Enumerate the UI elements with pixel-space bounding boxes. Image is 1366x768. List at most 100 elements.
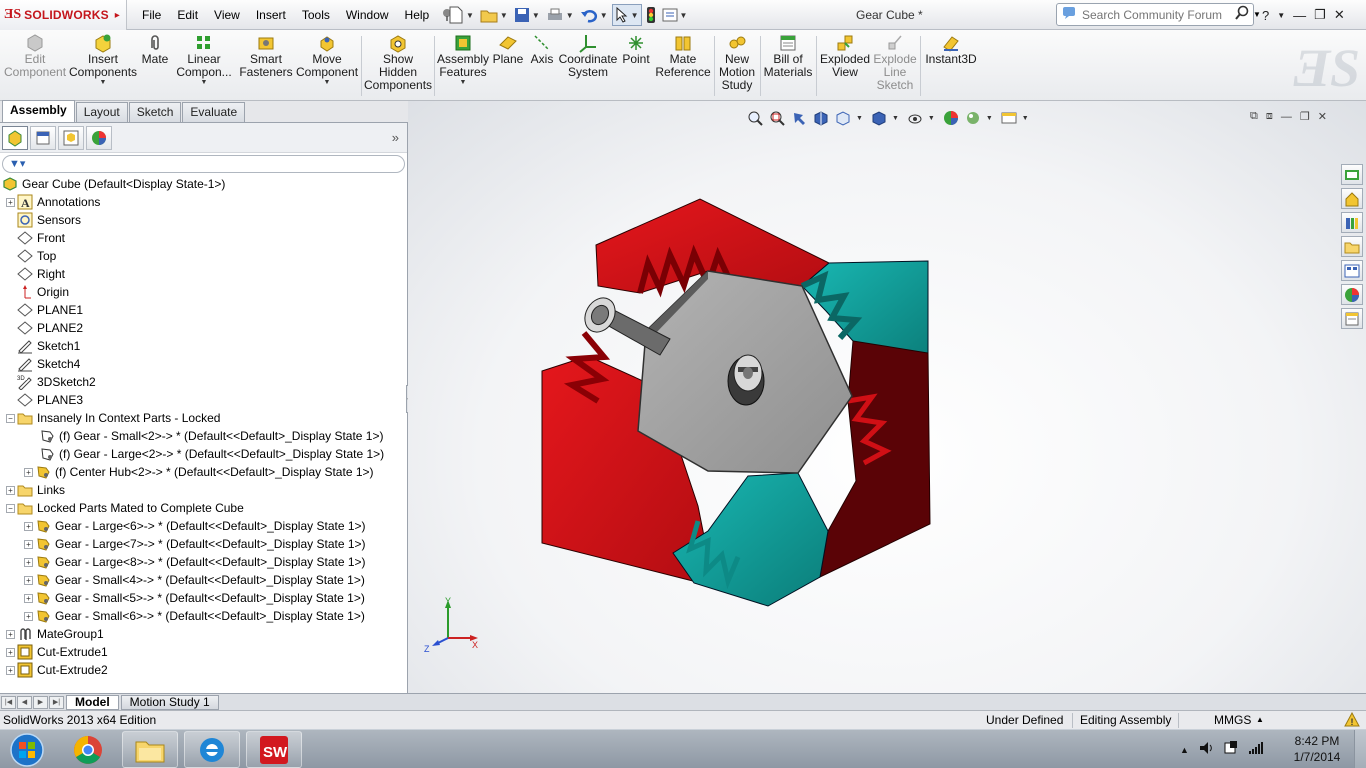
tree-item-top-plane[interactable]: Top <box>0 247 406 265</box>
tree-item-plane3[interactable]: PLANE3 <box>0 391 406 409</box>
show-hidden-components-button[interactable]: Show Hidden Components <box>364 33 432 92</box>
instant3d-button[interactable]: Instant3D <box>922 33 980 66</box>
tree-item-gear-small-5[interactable]: + Gear - Small<5>-> * (Default<<Default>… <box>0 589 406 607</box>
save-button[interactable]: ▼ <box>512 4 542 26</box>
search-dropdown-icon[interactable]: ▼ <box>1253 10 1261 19</box>
assembly-features-button[interactable]: Assembly Features ▼ <box>437 33 489 87</box>
tree-item-gear-large-7[interactable]: + Gear - Large<7>-> * (Default<<Default>… <box>0 535 406 553</box>
expand-toggle-icon[interactable]: + <box>24 575 33 585</box>
edit-component-button[interactable]: Edit Component <box>4 33 66 79</box>
taskbar-ie[interactable] <box>184 731 240 768</box>
open-button[interactable]: ▼ <box>478 4 510 26</box>
help-dropdown-icon[interactable]: ▼ <box>1277 11 1285 20</box>
first-tab-icon[interactable]: |◀ <box>1 695 16 709</box>
task-pane-home-tab[interactable] <box>1341 188 1363 209</box>
menu-tools[interactable]: Tools <box>294 0 338 30</box>
tree-item-plane2[interactable]: PLANE2 <box>0 319 406 337</box>
volume-icon[interactable] <box>1198 740 1214 759</box>
task-pane-file-explorer-tab[interactable] <box>1341 236 1363 257</box>
search-input[interactable] <box>1082 7 1232 22</box>
tree-item-annotations[interactable]: + A Annotations <box>0 193 406 211</box>
task-pane-view-palette-tab[interactable] <box>1341 260 1363 281</box>
search-icon[interactable] <box>1234 5 1250 24</box>
property-manager-tab[interactable] <box>30 125 56 150</box>
tree-item-gear-small-6[interactable]: + Gear - Small<6>-> * (Default<<Default>… <box>0 607 406 625</box>
tab-layout[interactable]: Layout <box>75 102 128 122</box>
teal-gear-bottom[interactable] <box>672 472 829 607</box>
tree-item-right-plane[interactable]: Right <box>0 265 406 283</box>
tab-assembly[interactable]: Assembly <box>2 100 75 122</box>
show-desktop-button[interactable] <box>1354 730 1366 768</box>
configuration-manager-tab[interactable] <box>58 125 84 150</box>
network-icon[interactable] <box>1248 740 1264 759</box>
menu-window[interactable]: Window <box>338 0 397 30</box>
next-tab-icon[interactable]: ▶ <box>33 695 48 709</box>
help-icon[interactable]: ? <box>1262 8 1269 23</box>
minimize-icon[interactable]: — <box>1293 8 1306 23</box>
tree-item-gear-large-8[interactable]: + Gear - Large<8>-> * (Default<<Default>… <box>0 553 406 571</box>
tree-item-gear-large-2[interactable]: (f) Gear - Large<2>-> * (Default<<Defaul… <box>0 445 406 463</box>
solidworks-logo[interactable]: ƎS SOLIDWORKS ▸ <box>0 0 127 30</box>
expand-toggle-icon[interactable]: + <box>6 665 15 675</box>
taskbar-file-explorer[interactable] <box>122 731 178 768</box>
new-document-button[interactable]: ▼ <box>446 4 476 26</box>
tree-filter-box[interactable]: ▼▾ <box>2 155 405 173</box>
plane-button[interactable]: Plane <box>491 33 525 66</box>
units-selector[interactable]: MMGS <box>1214 711 1251 729</box>
move-component-dropdown-icon[interactable]: ▼ <box>324 79 331 87</box>
expand-toggle-icon[interactable]: + <box>24 467 33 477</box>
point-button[interactable]: Point <box>619 33 653 66</box>
task-pane-design-library-tab[interactable] <box>1341 212 1363 233</box>
assembly-features-dropdown-icon[interactable]: ▼ <box>460 79 467 87</box>
task-pane-appearances-tab[interactable] <box>1341 284 1363 305</box>
new-motion-study-button[interactable]: New Motion Study <box>716 33 758 92</box>
linear-component-pattern-button[interactable]: Linear Compon... ▼ <box>174 33 234 87</box>
tree-item-center-hub-2[interactable]: + (f) Center Hub<2>-> * (Default<<Defaul… <box>0 463 406 481</box>
task-pane-custom-properties-tab[interactable] <box>1341 308 1363 329</box>
tree-item-3dsketch2[interactable]: 3D 3DSketch2 <box>0 373 406 391</box>
collapse-toggle-icon[interactable]: − <box>6 413 15 423</box>
menu-insert[interactable]: Insert <box>248 0 294 30</box>
tree-item-plane1[interactable]: PLANE1 <box>0 301 406 319</box>
smart-fasteners-button[interactable]: Smart Fasteners <box>238 33 294 79</box>
gear-cube-model[interactable] <box>408 101 1366 693</box>
tree-item-origin[interactable]: Origin <box>0 283 406 301</box>
tree-item-sketch1[interactable]: Sketch1 <box>0 337 406 355</box>
expand-toggle-icon[interactable]: + <box>24 593 33 603</box>
taskbar-clock[interactable]: 8:42 PM 1/7/2014 <box>1284 733 1350 765</box>
graphics-area[interactable]: ▼ ▼ ▼ ▼ ▼ ⧉ ⧈ — ❐ ✕ Y X Z <box>408 101 1366 693</box>
feature-manager-tab[interactable] <box>2 125 28 150</box>
insert-components-button[interactable]: Insert Components ▼ <box>69 33 137 87</box>
menu-file[interactable]: File <box>134 0 169 30</box>
bill-of-materials-button[interactable]: Bill of Materials <box>762 33 814 79</box>
task-pane-resources-tab[interactable] <box>1341 164 1363 185</box>
tree-item-sensors[interactable]: Sensors <box>0 211 406 229</box>
expand-toggle-icon[interactable]: + <box>6 629 15 639</box>
select-button[interactable]: ▼ <box>611 4 642 26</box>
expand-toggle-icon[interactable]: + <box>24 611 33 621</box>
close-icon[interactable]: ✕ <box>1334 7 1345 23</box>
taskbar-chrome[interactable] <box>60 731 116 768</box>
tree-item-gear-large-6[interactable]: + Gear - Large<6>-> * (Default<<Default>… <box>0 517 406 535</box>
expand-toggle-icon[interactable]: + <box>24 521 33 531</box>
start-button[interactable] <box>4 731 50 768</box>
mate-reference-button[interactable]: Mate Reference <box>655 33 711 79</box>
display-manager-tab[interactable] <box>86 125 112 150</box>
last-tab-icon[interactable]: ▶| <box>49 695 64 709</box>
tree-item-cut-extrude2[interactable]: + Cut-Extrude2 <box>0 661 406 679</box>
tree-item-gear-small-2[interactable]: (f) Gear - Small<2>-> * (Default<<Defaul… <box>0 427 406 445</box>
insert-components-dropdown-icon[interactable]: ▼ <box>100 79 107 87</box>
expand-toggle-icon[interactable]: + <box>6 197 15 207</box>
tree-root[interactable]: Gear Cube (Default<Display State-1>) <box>0 175 406 193</box>
axis-button[interactable]: Axis <box>527 33 557 66</box>
linear-pattern-dropdown-icon[interactable]: ▼ <box>201 79 208 87</box>
expand-toggle-icon[interactable]: + <box>24 557 33 567</box>
tab-model[interactable]: Model <box>66 694 119 710</box>
rebuild-button[interactable] <box>644 4 658 26</box>
exploded-view-button[interactable]: Exploded View <box>818 33 872 79</box>
tree-folder-locked-parts[interactable]: − Locked Parts Mated to Complete Cube <box>0 499 406 517</box>
undo-button[interactable]: ▼ <box>578 4 610 26</box>
panel-expand-icon[interactable]: » <box>392 130 399 145</box>
action-center-icon[interactable] <box>1223 740 1239 759</box>
show-hidden-icons-icon[interactable]: ▲ <box>1180 745 1189 755</box>
